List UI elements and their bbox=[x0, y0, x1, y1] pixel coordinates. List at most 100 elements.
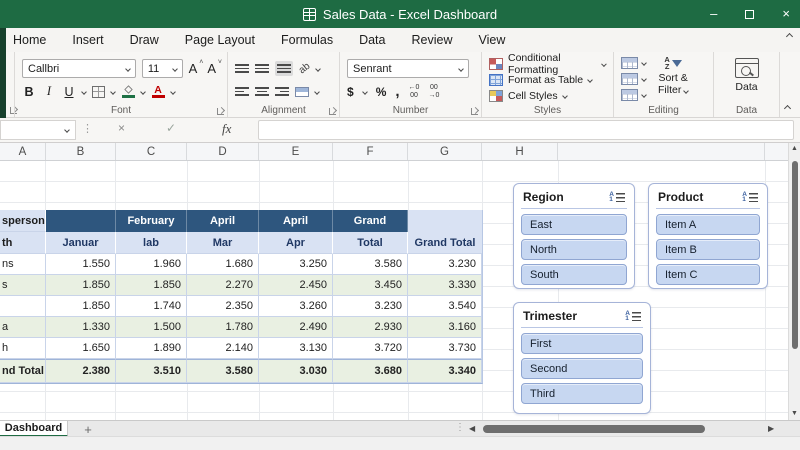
close-button[interactable]: × bbox=[782, 0, 790, 28]
pivot-row-label[interactable]: s bbox=[0, 275, 46, 296]
tab-page-layout[interactable]: Page Layout bbox=[172, 28, 268, 52]
currency-format-icon[interactable]: $ bbox=[347, 85, 354, 99]
pivot-col-header[interactable]: Januar bbox=[46, 232, 116, 254]
pivot-cell[interactable]: 1.850 bbox=[116, 275, 187, 296]
alignment-dialog-launcher-icon[interactable] bbox=[329, 108, 336, 115]
pivot-col-group[interactable]: April bbox=[187, 210, 259, 232]
number-dialog-launcher-icon[interactable] bbox=[471, 108, 478, 115]
align-middle-icon[interactable] bbox=[255, 63, 269, 74]
column-header-d[interactable]: D bbox=[187, 143, 259, 160]
name-box[interactable] bbox=[0, 120, 76, 140]
pivot-cell[interactable]: 3.720 bbox=[333, 338, 408, 359]
column-header-c[interactable]: C bbox=[116, 143, 187, 160]
borders-icon[interactable] bbox=[92, 85, 105, 98]
tab-home[interactable]: Home bbox=[0, 28, 59, 52]
multi-select-icon[interactable]: A1 bbox=[742, 191, 758, 203]
delete-cells-icon[interactable] bbox=[621, 72, 638, 85]
scroll-up-icon[interactable]: ▲ bbox=[791, 145, 798, 152]
pivot-cell[interactable]: 3.730 bbox=[408, 338, 482, 359]
chevron-down-icon[interactable] bbox=[81, 88, 87, 95]
pivot-col-group[interactable] bbox=[46, 210, 116, 232]
pivot-col-group[interactable]: February bbox=[116, 210, 187, 232]
align-left-icon[interactable] bbox=[235, 86, 249, 97]
cancel-entry-icon[interactable]: × bbox=[118, 121, 125, 135]
pivot-cell[interactable]: 3.260 bbox=[259, 296, 333, 317]
column-header-g[interactable]: G bbox=[408, 143, 482, 160]
pivot-row-field-header[interactable]: sperson bbox=[0, 210, 46, 232]
tab-insert[interactable]: Insert bbox=[59, 28, 116, 52]
pivot-cell[interactable]: 1.740 bbox=[116, 296, 187, 317]
add-sheet-button[interactable]: + bbox=[78, 421, 98, 437]
pivot-grand-total-header[interactable]: Grand Total bbox=[408, 210, 482, 254]
pivot-row-label[interactable]: ns bbox=[0, 254, 46, 275]
pivot-cell[interactable]: 2.930 bbox=[333, 317, 408, 338]
pivot-row-label[interactable] bbox=[0, 296, 46, 317]
pivot-cell[interactable]: 3.230 bbox=[408, 254, 482, 275]
merge-center-icon[interactable] bbox=[295, 86, 309, 97]
bold-button[interactable]: B bbox=[22, 85, 36, 99]
orientation-icon[interactable]: ab bbox=[297, 61, 313, 77]
pivot-cell[interactable]: 1.650 bbox=[46, 338, 116, 359]
slicer-item[interactable]: North bbox=[521, 239, 627, 260]
pivot-col-group[interactable]: Grand bbox=[333, 210, 408, 232]
chevron-down-icon[interactable] bbox=[170, 88, 176, 95]
multi-select-icon[interactable]: A1 bbox=[609, 191, 625, 203]
pivot-cell[interactable]: 2.490 bbox=[259, 317, 333, 338]
slicer-item[interactable]: Second bbox=[521, 358, 643, 379]
vertical-scroll-thumb[interactable] bbox=[791, 161, 798, 349]
slicer-item[interactable]: First bbox=[521, 333, 643, 354]
slicer-item[interactable]: Item B bbox=[656, 239, 760, 260]
insert-cells-icon[interactable] bbox=[621, 56, 638, 69]
pivot-cell[interactable]: 1.890 bbox=[116, 338, 187, 359]
scroll-left-icon[interactable]: ◀ bbox=[469, 424, 475, 433]
pivot-total-cell[interactable]: 2.380 bbox=[46, 359, 116, 383]
comma-format-icon[interactable]: , bbox=[395, 83, 399, 100]
pivot-cell[interactable]: 2.140 bbox=[187, 338, 259, 359]
insert-function-icon[interactable]: fx bbox=[222, 121, 231, 137]
pivot-cell[interactable]: 1.780 bbox=[187, 317, 259, 338]
align-center-icon[interactable] bbox=[255, 86, 269, 97]
tab-data[interactable]: Data bbox=[346, 28, 398, 52]
pivot-cell[interactable]: 3.160 bbox=[408, 317, 482, 338]
pivot-cell[interactable]: 3.250 bbox=[259, 254, 333, 275]
slicer-product[interactable]: Product A1 Item A Item B Item C bbox=[648, 183, 768, 289]
sort-filter-button[interactable]: AZ Sort & Filter bbox=[654, 56, 692, 102]
percent-format-icon[interactable]: % bbox=[376, 85, 387, 99]
collapse-ribbon-icon[interactable] bbox=[783, 104, 792, 113]
chevron-up-icon[interactable] bbox=[785, 32, 794, 41]
pivot-cell[interactable]: 1.500 bbox=[116, 317, 187, 338]
chevron-down-icon[interactable] bbox=[641, 59, 647, 66]
column-header-blank[interactable] bbox=[765, 143, 788, 160]
pivot-col-header[interactable]: Mar bbox=[187, 232, 259, 254]
decrease-decimal-icon[interactable]: 00 →0 bbox=[428, 84, 439, 99]
chevron-down-icon[interactable] bbox=[641, 92, 647, 99]
formula-input[interactable] bbox=[258, 120, 794, 140]
pivot-cell[interactable]: 1.680 bbox=[187, 254, 259, 275]
shrink-font-icon[interactable]: A ˅ bbox=[207, 59, 222, 76]
fill-color-icon[interactable] bbox=[121, 85, 135, 98]
pivot-cell[interactable]: 1.330 bbox=[46, 317, 116, 338]
pivot-total-cell[interactable]: 3.680 bbox=[333, 359, 408, 383]
pivot-cell[interactable]: 1.850 bbox=[46, 296, 116, 317]
slicer-item[interactable]: Item C bbox=[656, 264, 760, 285]
pivot-cell[interactable]: 2.350 bbox=[187, 296, 259, 317]
increase-decimal-icon[interactable]: ←0 00 bbox=[409, 84, 420, 99]
chevron-down-icon[interactable] bbox=[140, 88, 146, 95]
slicer-item[interactable]: Item A bbox=[656, 214, 760, 235]
pivot-cell[interactable]: 3.580 bbox=[333, 254, 408, 275]
grow-font-icon[interactable]: A ˄ bbox=[189, 59, 204, 76]
slicer-item[interactable]: East bbox=[521, 214, 627, 235]
pivot-cell[interactable]: 1.960 bbox=[116, 254, 187, 275]
column-header-f[interactable]: F bbox=[333, 143, 408, 160]
pivot-total-label[interactable]: nd Total bbox=[0, 359, 46, 383]
confirm-entry-icon[interactable]: ✓ bbox=[166, 121, 176, 135]
italic-button[interactable]: I bbox=[42, 84, 56, 99]
tab-formulas[interactable]: Formulas bbox=[268, 28, 346, 52]
cell-styles-button[interactable]: Cell Styles bbox=[489, 88, 606, 104]
slicer-region[interactable]: Region A1 East North South bbox=[513, 183, 635, 289]
pivot-cell[interactable]: 1.550 bbox=[46, 254, 116, 275]
pivot-cell[interactable]: 3.540 bbox=[408, 296, 482, 317]
pivot-col-header[interactable]: lab bbox=[116, 232, 187, 254]
minimize-button[interactable]: – bbox=[710, 0, 717, 28]
column-header-a[interactable]: A bbox=[0, 143, 46, 160]
